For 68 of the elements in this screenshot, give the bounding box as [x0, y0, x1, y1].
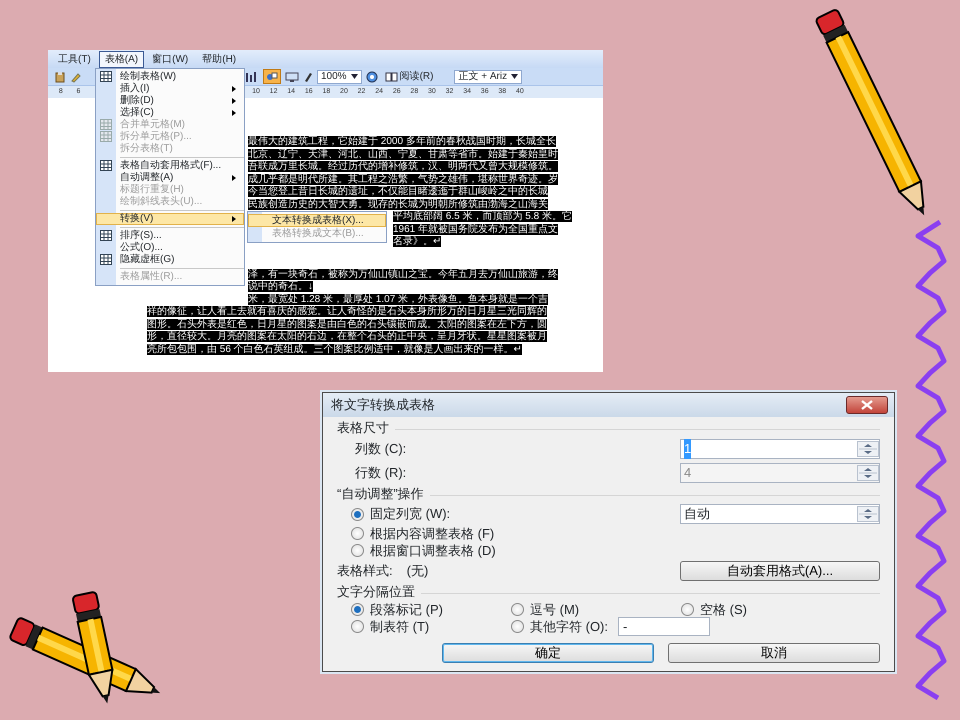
menu-item[interactable]: 绘制表格(W): [96, 71, 244, 83]
caret-icon: [511, 74, 518, 79]
field-label: 表格样式:: [337, 562, 393, 580]
dialog-button[interactable]: 确定: [442, 643, 654, 663]
radio-button[interactable]: [351, 508, 364, 520]
option-label: 固定列宽 (W):: [370, 505, 450, 524]
read-button[interactable]: 阅读(R): [382, 69, 436, 84]
spin-arrows-icon: [857, 506, 879, 522]
menu-item[interactable]: 插入(I): [96, 83, 244, 95]
text-field[interactable]: -: [618, 617, 710, 636]
table-icon: [100, 160, 112, 171]
menu-bar-item[interactable]: 表格(A): [98, 50, 144, 68]
menu-item[interactable]: 选择(C): [96, 107, 244, 119]
dialog-button[interactable]: 取消: [668, 643, 880, 663]
help-icon[interactable]: [366, 70, 378, 82]
menu-item[interactable]: 公式(O)...: [96, 242, 244, 254]
zoom-dropdown[interactable]: 100%: [317, 70, 362, 84]
menu-item[interactable]: 删除(D): [96, 95, 244, 107]
table-icon: [100, 131, 112, 142]
menu-bar-item[interactable]: 工具(T): [52, 50, 97, 68]
option-label: 逗号 (M): [530, 600, 580, 619]
table-icon: [100, 119, 112, 130]
option-label: 制表符 (T): [370, 618, 430, 636]
menu-item[interactable]: 文本转换成表格(X)...: [248, 214, 386, 227]
table-icon: [100, 230, 112, 241]
field-value: (无): [406, 562, 428, 580]
option-label: 根据内容调整表格 (F): [370, 524, 494, 543]
table-icon: [100, 71, 112, 82]
columns-icon: [245, 70, 259, 82]
spin-arrows-icon: [857, 441, 879, 457]
option-label: 段落标记 (P): [370, 600, 443, 619]
menu-item[interactable]: 表格自动套用格式(F)...: [96, 160, 244, 172]
screen-icon[interactable]: [285, 70, 299, 82]
option-label: 根据窗口调整表格 (D): [370, 542, 496, 560]
radio-button[interactable]: [511, 603, 524, 616]
field-label: 行数 (R):: [355, 464, 406, 482]
menu-item[interactable]: 排序(S)...: [96, 230, 244, 242]
style-dropdown[interactable]: 正文 + Ariz: [454, 70, 522, 84]
radio-button[interactable]: [351, 527, 364, 540]
table-icon: [100, 254, 112, 265]
menu-bar-item[interactable]: 窗口(W): [146, 50, 194, 68]
section-heading: 表格尺寸: [337, 419, 389, 438]
dialog-title: 将文字转换成表格: [331, 396, 435, 414]
width-field[interactable]: 自动: [680, 504, 880, 524]
menu-item[interactable]: 自动调整(A): [96, 172, 244, 184]
radio-button[interactable]: [681, 603, 694, 616]
option-label: 空格 (S): [700, 600, 747, 619]
spin-arrows-icon: [857, 465, 879, 481]
radio-button[interactable]: [351, 544, 364, 557]
section-heading: 文字分隔位置: [337, 583, 415, 602]
close-button[interactable]: [846, 396, 888, 414]
caret-icon: [350, 74, 358, 79]
option-label: 其他字符 (O):: [530, 618, 608, 636]
brush-icon: [70, 70, 82, 82]
field-label: 列数 (C):: [355, 440, 406, 458]
close-icon: [861, 400, 873, 410]
menu-item[interactable]: 隐藏虚框(G): [96, 254, 244, 266]
radio-button[interactable]: [351, 620, 364, 633]
radio-button[interactable]: [511, 620, 524, 633]
book-icon: [384, 72, 398, 82]
section-heading: “自动调整”操作: [337, 485, 424, 504]
pen-icon[interactable]: [303, 70, 313, 82]
autoformat-button[interactable]: 自动套用格式(A)...: [680, 561, 880, 581]
clipboard-icon: [54, 70, 66, 82]
menu-bar-item[interactable]: 帮助(H): [196, 50, 242, 68]
drawing-icon[interactable]: [263, 69, 281, 84]
menu-item[interactable]: 转换(V): [96, 213, 244, 225]
radio-button[interactable]: [351, 603, 364, 616]
